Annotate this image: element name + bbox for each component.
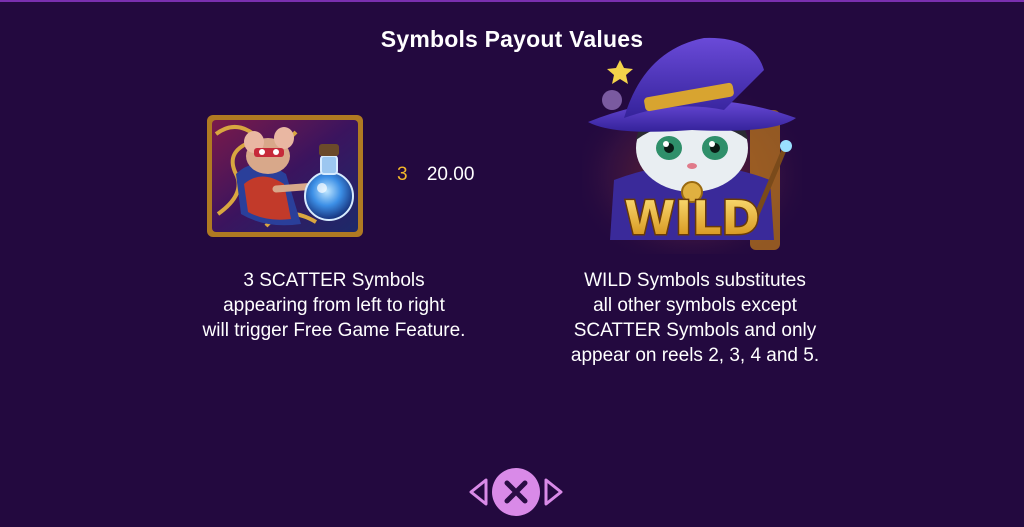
- wild-badge-text: WILD: [624, 191, 759, 245]
- page-title: Symbols Payout Values: [380, 26, 644, 52]
- scatter-description-line: will trigger Free Game Feature.: [202, 320, 466, 341]
- paytable-nav: [468, 468, 564, 516]
- wild-wizard-cat-icon: WILD: [574, 30, 810, 254]
- scatter-description: 3 SCATTER Symbols appearing from left to…: [154, 268, 514, 343]
- wild-description: WILD Symbols substitutes all other symbo…: [525, 268, 865, 368]
- wild-description-line: all other symbols except: [593, 295, 797, 316]
- scatter-mouse-potion-icon: [206, 114, 364, 238]
- wild-description-line: appear on reels 2, 3, 4 and 5.: [570, 345, 820, 366]
- close-icon: [504, 480, 528, 504]
- scatter-payout-value: 20.00: [426, 164, 475, 185]
- paytable-page: Symbols Payout Values 3 20.00 3 SCATTER …: [0, 0, 1024, 527]
- scatter-payout: 3 20.00: [397, 164, 474, 186]
- scatter-payout-count: 3: [397, 164, 408, 185]
- scatter-description-line: appearing from left to right: [223, 295, 445, 316]
- wild-description-line: SCATTER Symbols and only: [573, 320, 817, 341]
- chevron-left-icon[interactable]: [468, 478, 488, 506]
- wild-description-line: WILD Symbols substitutes: [584, 270, 806, 291]
- chevron-right-icon[interactable]: [544, 478, 564, 506]
- close-button[interactable]: [492, 468, 540, 516]
- scatter-description-line: 3 SCATTER Symbols: [243, 270, 425, 291]
